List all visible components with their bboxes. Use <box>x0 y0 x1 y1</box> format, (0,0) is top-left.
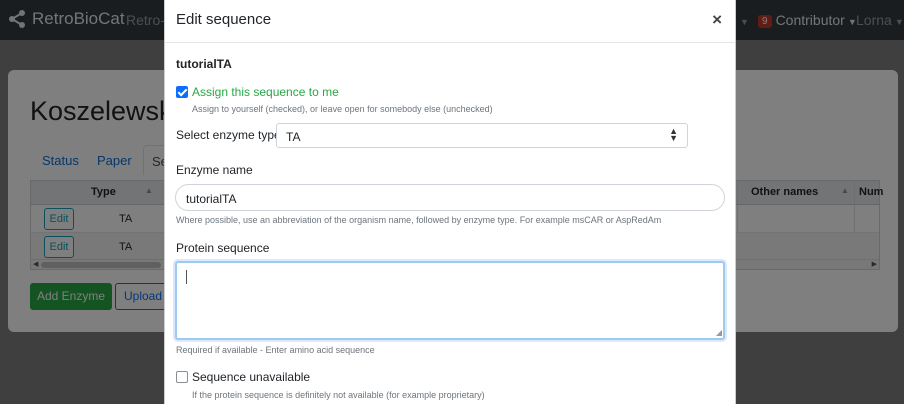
protein-sequence-help-text: Required if available - Enter amino acid… <box>176 345 375 355</box>
protein-sequence-label: Protein sequence <box>176 241 270 255</box>
assign-checkbox[interactable] <box>176 86 188 98</box>
enzyme-name-label: Enzyme name <box>176 163 253 177</box>
enzyme-name-value: tutorialTA <box>186 192 237 206</box>
protein-sequence-textarea[interactable]: ◢ <box>175 261 725 340</box>
select-value: TA <box>286 130 301 144</box>
assign-help-text: Assign to yourself (checked), or leave o… <box>192 104 493 114</box>
edit-sequence-modal: Edit sequence × tutorialTA Assign this s… <box>164 0 736 404</box>
assign-label[interactable]: Assign this sequence to me <box>192 85 339 99</box>
enzyme-type-select[interactable]: TA ▲ ▼ <box>276 123 688 148</box>
text-cursor <box>186 270 187 284</box>
modal-title: Edit sequence <box>176 11 272 28</box>
sequence-unavailable-checkbox[interactable] <box>176 371 188 383</box>
select-arrows-icon: ▲ ▼ <box>669 126 678 143</box>
resize-handle-icon[interactable]: ◢ <box>716 328 722 337</box>
sequence-unavailable-help-text: If the protein sequence is definitely no… <box>192 390 485 400</box>
sequence-name-heading: tutorialTA <box>176 57 232 71</box>
modal-header: Edit sequence × <box>165 0 735 43</box>
enzyme-name-help-text: Where possible, use an abbreviation of t… <box>176 215 662 225</box>
select-enzyme-type-label: Select enzyme type <box>176 128 281 142</box>
close-icon[interactable]: × <box>712 10 722 30</box>
sequence-unavailable-label[interactable]: Sequence unavailable <box>192 370 310 384</box>
enzyme-name-input[interactable]: tutorialTA <box>175 184 725 211</box>
